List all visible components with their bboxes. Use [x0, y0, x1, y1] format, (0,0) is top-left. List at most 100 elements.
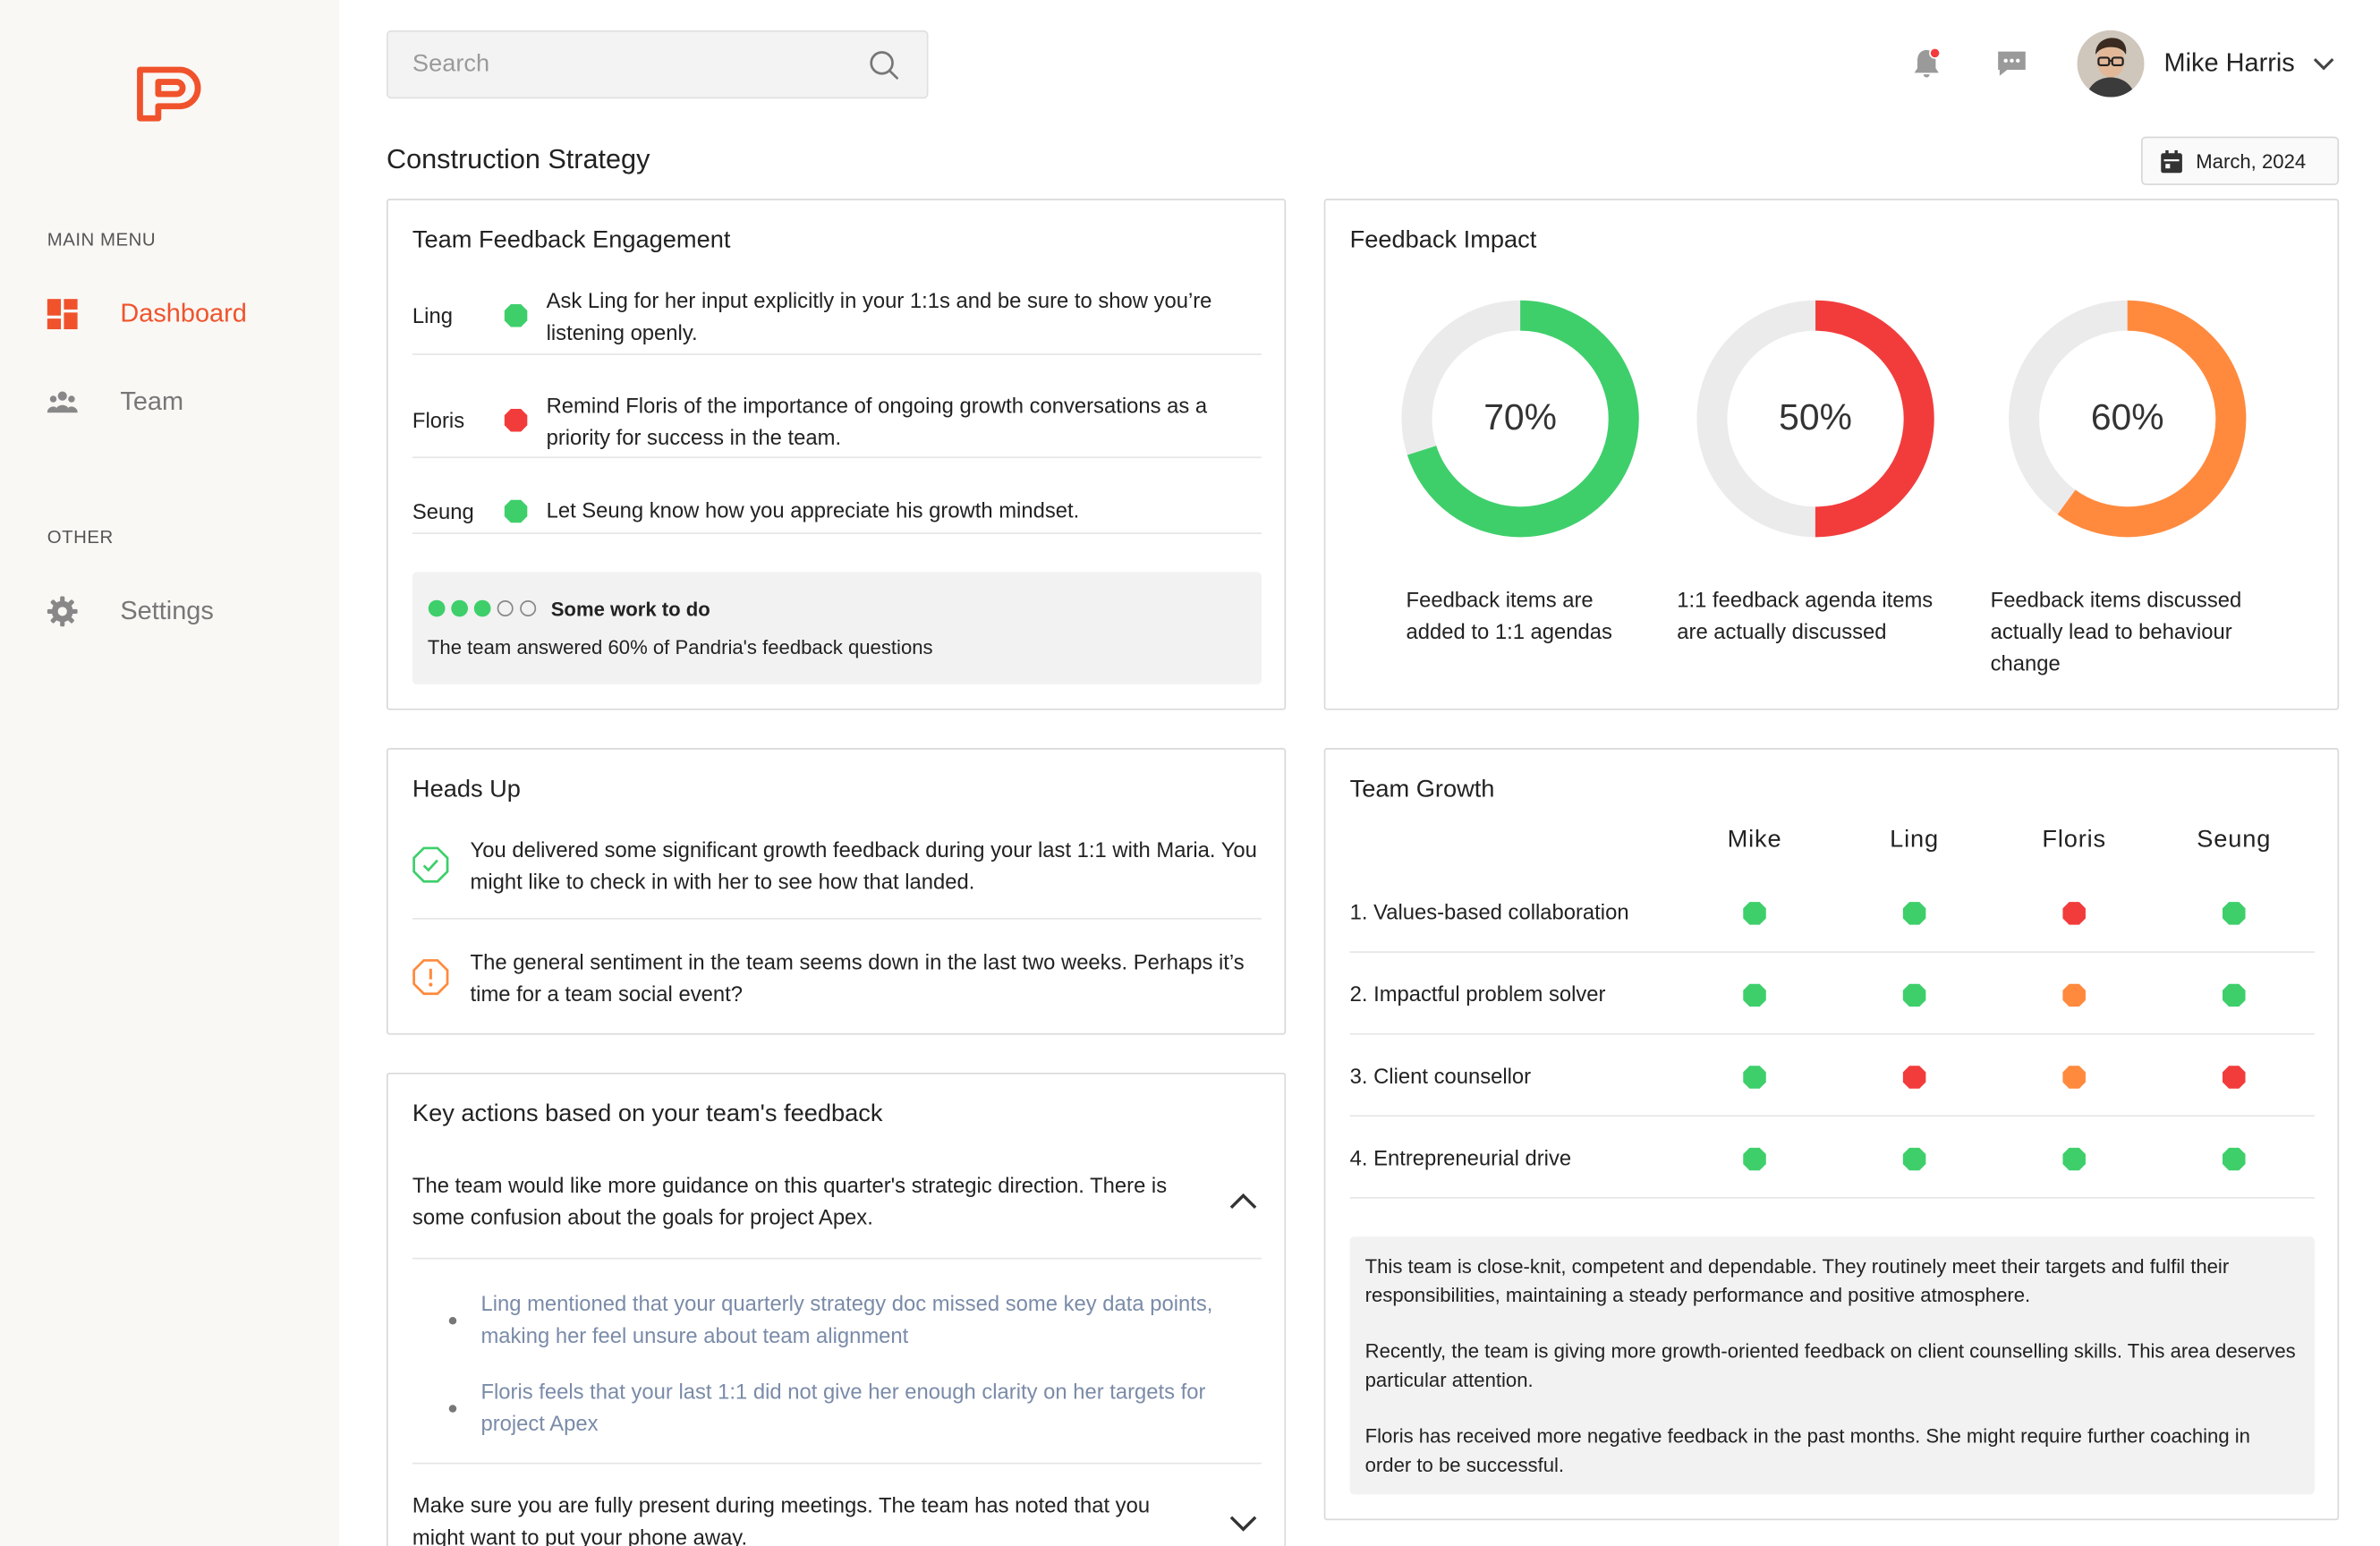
- feedback-text: Remind Floris of the importance of ongoi…: [546, 393, 1208, 449]
- sidebar-item-dashboard[interactable]: Dashboard: [47, 293, 321, 335]
- team-feedback-engagement-card: Team Feedback Engagement Ling Ask Ling f…: [387, 199, 1287, 710]
- chat-icon[interactable]: [1993, 46, 2030, 82]
- progress-dot-filled: [451, 599, 468, 617]
- progress-dot-empty: [520, 600, 537, 617]
- donut-chart-agendas: 70%: [1398, 297, 1642, 539]
- calendar-icon: [2161, 149, 2182, 173]
- heads-up-text: The general sentiment in the team seems …: [470, 949, 1245, 1007]
- status-green-icon: [1743, 1147, 1766, 1171]
- summary-paragraph: Recently, the team is giving more growth…: [1364, 1339, 2296, 1392]
- bullet-point: [448, 1316, 457, 1325]
- sidebar-item-label: Team: [120, 386, 184, 416]
- status-green-icon: [1743, 902, 1766, 925]
- donut-value: 60%: [2090, 397, 2164, 439]
- accordion-item[interactable]: The team would like more guidance on thi…: [412, 1156, 1262, 1260]
- summary-text: The team answered 60% of Pandria's feedb…: [427, 635, 933, 658]
- search-icon[interactable]: [869, 50, 899, 81]
- status-green-icon: [1902, 983, 1926, 1007]
- heads-up-card: Heads Up You delivered some significant …: [387, 748, 1287, 1035]
- chevron-up-icon[interactable]: [1228, 1191, 1259, 1212]
- accordion-item-text: Make sure you are fully present during m…: [412, 1492, 1151, 1546]
- summary-paragraph: Floris has received more negative feedba…: [1364, 1424, 2250, 1477]
- date-label: March, 2024: [2196, 149, 2307, 173]
- progress-dot-filled: [473, 599, 491, 617]
- accordion-item[interactable]: Make sure you are fully present during m…: [412, 1464, 1262, 1546]
- card-title: Key actions based on your team's feedbac…: [412, 1101, 883, 1127]
- status-green-icon: [2223, 983, 2246, 1007]
- card-title: Team Feedback Engagement: [412, 227, 731, 254]
- chevron-down-icon[interactable]: [2312, 55, 2336, 72]
- page-title: Construction Strategy: [387, 144, 650, 175]
- sidebar-item-settings[interactable]: Settings: [47, 590, 321, 633]
- status-orange-icon: [2062, 1066, 2086, 1089]
- caption-line: Feedback items discussed: [1990, 587, 2242, 612]
- donut-chart-behaviour: 60%: [2006, 297, 2249, 539]
- status-green-icon: [1743, 983, 1766, 1007]
- status-green-icon: [504, 304, 528, 327]
- team-icon: [47, 386, 78, 417]
- row-label: 3. Client counsellor: [1349, 1063, 1532, 1088]
- caption-line: added to 1:1 agendas: [1406, 618, 1612, 644]
- donut-value: 50%: [1779, 397, 1852, 439]
- row-label: 4. Entrepreneurial drive: [1349, 1145, 1572, 1170]
- progress-dot-empty: [497, 600, 514, 617]
- summary-status: Some work to do: [550, 598, 710, 621]
- feedback-impact-card: Feedback Impact 70% Feedback items are a…: [1323, 199, 2340, 710]
- heads-up-text: You delivered some significant growth fe…: [470, 837, 1257, 894]
- card-title: Heads Up: [412, 777, 521, 803]
- column-header: Floris: [2042, 827, 2106, 854]
- avatar[interactable]: [2077, 30, 2145, 98]
- caption-line: 1:1 feedback agenda items: [1677, 587, 1934, 612]
- status-green-icon: [2062, 1147, 2086, 1171]
- sidebar-item-label: Settings: [120, 596, 214, 625]
- summary-paragraph: This team is close-knit, competent and d…: [1364, 1254, 2230, 1307]
- column-header: Ling: [1890, 827, 1940, 854]
- member-name: Seung: [412, 498, 474, 524]
- table-row: 2. Impactful problem solver: [1349, 953, 2315, 1035]
- status-orange-icon: [2062, 983, 2086, 1007]
- list-item: Floris Remind Floris of the importance o…: [412, 386, 1262, 459]
- search-input[interactable]: [412, 31, 854, 98]
- list-item: You delivered some significant growth fe…: [412, 831, 1262, 920]
- bullet-point: [448, 1405, 457, 1413]
- donut-chart-discussed: 50%: [1694, 297, 1937, 539]
- notification-bell-icon[interactable]: [1908, 46, 1945, 82]
- list-item: The general sentiment in the team seems …: [412, 944, 1262, 1020]
- row-label: 2. Impactful problem solver: [1349, 981, 1606, 1007]
- status-green-icon: [1902, 1147, 1926, 1171]
- app-root: MAIN MENU Dashboard Team OTHER Settings …: [0, 0, 2380, 1546]
- date-picker-button[interactable]: March, 2024: [2141, 136, 2340, 185]
- member-name: Ling: [412, 303, 453, 328]
- sidebar: MAIN MENU Dashboard Team OTHER Settings: [0, 0, 340, 1546]
- caption-line: Feedback items are: [1406, 587, 1594, 612]
- table-row: 4. Entrepreneurial drive: [1349, 1117, 2315, 1199]
- column-header: Mike: [1727, 827, 1782, 854]
- row-label: 1. Values-based collaboration: [1349, 899, 1629, 924]
- sidebar-item-team[interactable]: Team: [47, 381, 321, 423]
- status-green-icon: [2223, 1147, 2246, 1171]
- status-green-icon: [1902, 902, 1926, 925]
- check-badge-icon: [412, 846, 449, 883]
- chevron-down-icon[interactable]: [1228, 1513, 1259, 1534]
- key-actions-card: Key actions based on your team's feedbac…: [387, 1072, 1287, 1546]
- caption-line: are actually discussed: [1677, 618, 1887, 644]
- pandria-logo[interactable]: [134, 64, 208, 124]
- column-header: Seung: [2197, 827, 2272, 854]
- donut-value: 70%: [1483, 397, 1557, 439]
- detail-text: Floris feels that your last 1:1 did not …: [480, 1379, 1206, 1436]
- donut-caption: 1:1 feedback agenda items are actually d…: [1677, 584, 1933, 648]
- progress-dots: [428, 599, 537, 617]
- status-red-icon: [1902, 1066, 1926, 1089]
- card-title: Team Growth: [1349, 777, 1495, 803]
- sidebar-item-label: Dashboard: [120, 299, 247, 328]
- accordion-item-text: The team would like more guidance on thi…: [412, 1172, 1168, 1229]
- search-box[interactable]: [387, 30, 929, 99]
- card-title: Feedback Impact: [1349, 227, 1537, 254]
- user-name[interactable]: Mike Harris: [2164, 48, 2295, 79]
- feedback-text: Ask Ling for her input explicitly in you…: [546, 288, 1212, 344]
- status-red-icon: [2062, 902, 2086, 925]
- donut-caption: Feedback items discussed actually lead t…: [1991, 584, 2242, 680]
- table-row: 3. Client counsellor: [1349, 1035, 2315, 1117]
- status-red-icon: [2223, 1066, 2246, 1089]
- caption-line: actually lead to behaviour: [1990, 618, 2232, 644]
